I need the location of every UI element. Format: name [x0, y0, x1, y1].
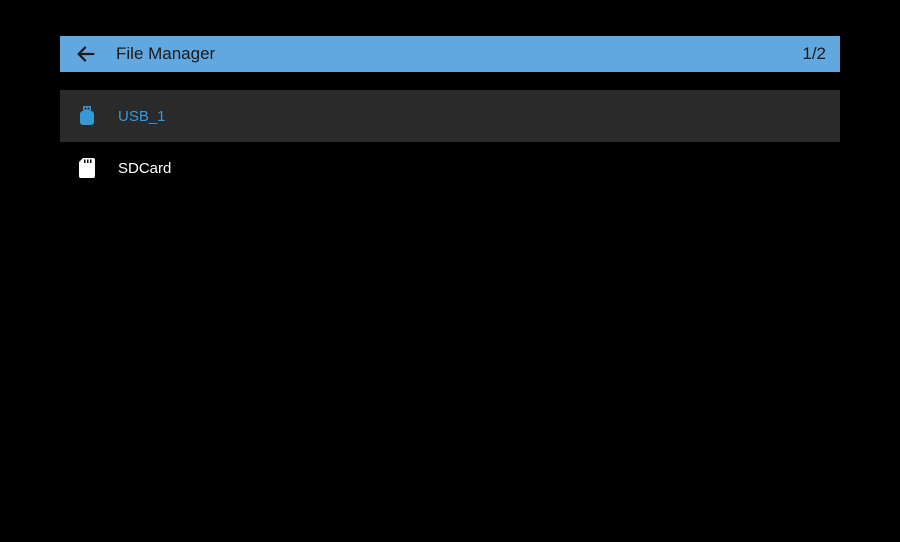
- page-title: File Manager: [116, 44, 802, 64]
- storage-item-label: SDCard: [118, 160, 171, 177]
- usb-icon: [76, 105, 98, 127]
- storage-item-usb[interactable]: USB_1: [60, 90, 840, 142]
- sdcard-icon: [76, 157, 98, 179]
- storage-list: USB_1 SDCard: [60, 90, 840, 194]
- back-button[interactable]: [74, 42, 98, 66]
- storage-item-label: USB_1: [118, 108, 166, 125]
- back-arrow-icon: [75, 43, 97, 65]
- storage-item-sdcard[interactable]: SDCard: [60, 142, 840, 194]
- page-counter: 1/2: [802, 44, 826, 64]
- header-bar: File Manager 1/2: [60, 36, 840, 72]
